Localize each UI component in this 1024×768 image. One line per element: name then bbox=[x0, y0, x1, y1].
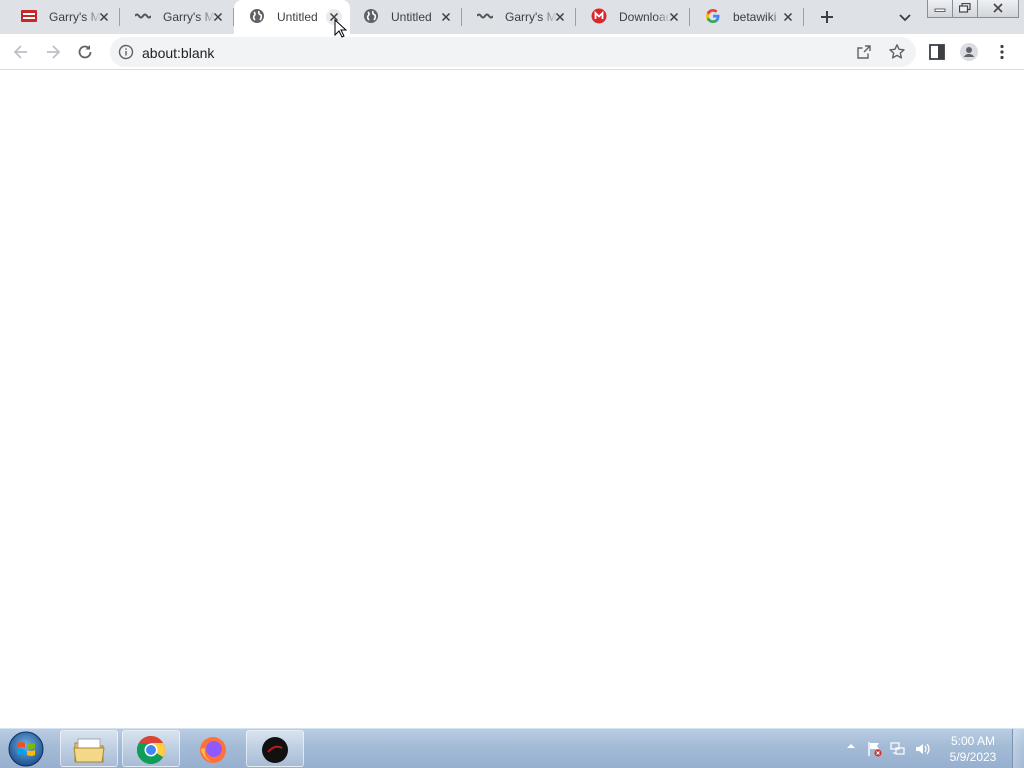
browser-toolbar: about:blank bbox=[0, 34, 1024, 70]
close-tab-icon[interactable] bbox=[96, 9, 112, 25]
tab-title: Garry's Mod bbox=[505, 10, 557, 24]
new-tab-button[interactable] bbox=[816, 6, 838, 28]
mouse-cursor-icon bbox=[334, 19, 348, 38]
side-panel-icon bbox=[929, 44, 945, 60]
show-desktop-button[interactable] bbox=[1012, 729, 1024, 768]
close-tab-icon[interactable] bbox=[438, 9, 454, 25]
tab-untitled-active[interactable]: Untitled bbox=[234, 0, 350, 34]
back-button[interactable] bbox=[9, 40, 33, 64]
close-tab-icon[interactable] bbox=[666, 9, 682, 25]
minimize-button[interactable] bbox=[927, 0, 953, 18]
tab-search-button[interactable] bbox=[895, 7, 915, 27]
info-icon[interactable] bbox=[118, 44, 134, 60]
tab-title: Garry's Mod bbox=[49, 10, 101, 24]
side-panel-button[interactable] bbox=[925, 40, 949, 64]
chrome-icon bbox=[137, 736, 165, 764]
close-tab-icon[interactable] bbox=[552, 9, 568, 25]
restore-icon bbox=[959, 3, 971, 13]
close-window-button[interactable] bbox=[977, 0, 1019, 18]
reload-icon bbox=[78, 45, 92, 59]
close-tab-icon[interactable] bbox=[780, 9, 796, 25]
restore-button[interactable] bbox=[952, 0, 978, 18]
action-center-flag-icon[interactable] bbox=[866, 741, 882, 757]
tab-title: Download bbox=[619, 10, 671, 24]
profile-button[interactable] bbox=[957, 40, 981, 64]
more-vert-icon bbox=[1000, 44, 1004, 60]
menu-button[interactable] bbox=[990, 40, 1014, 64]
arrow-right-icon bbox=[47, 45, 61, 59]
tab-title: betawiki bbox=[733, 10, 777, 24]
firefox-icon bbox=[200, 737, 226, 763]
globe-icon bbox=[364, 9, 378, 23]
windows-start-icon bbox=[8, 731, 44, 767]
tab-strip: Garry's Mod Garry's Mod Untitled Untitle… bbox=[0, 0, 1024, 34]
tab-garrys-mod-1[interactable]: Garry's Mod bbox=[6, 0, 120, 34]
gmod-wave-icon bbox=[135, 13, 151, 19]
page-content bbox=[0, 71, 1024, 728]
clock-date: 5/9/2023 bbox=[949, 750, 997, 764]
close-icon bbox=[993, 3, 1003, 13]
close-tab-icon[interactable] bbox=[210, 9, 226, 25]
clock[interactable]: 5:00 AM 5/9/2023 bbox=[940, 733, 1006, 765]
address-bar[interactable]: about:blank bbox=[110, 37, 916, 67]
taskbar-firefox[interactable] bbox=[184, 730, 242, 767]
gmod-icon bbox=[21, 10, 37, 22]
volume-icon[interactable] bbox=[914, 741, 930, 757]
taskbar-chrome[interactable] bbox=[122, 730, 180, 767]
start-button[interactable] bbox=[6, 730, 46, 768]
network-icon[interactable] bbox=[890, 741, 906, 757]
url-text[interactable]: about:blank bbox=[142, 45, 214, 61]
tab-download[interactable]: Download bbox=[576, 0, 690, 34]
plus-icon bbox=[821, 11, 833, 23]
show-hidden-icons-icon[interactable] bbox=[846, 741, 856, 751]
arrow-left-icon bbox=[13, 45, 27, 59]
tab-separator bbox=[803, 8, 804, 26]
reload-button[interactable] bbox=[73, 40, 97, 64]
tab-untitled[interactable]: Untitled bbox=[348, 0, 462, 34]
mega-icon bbox=[591, 8, 607, 24]
globe-icon bbox=[250, 9, 264, 23]
avatar-icon bbox=[960, 43, 978, 61]
taskbar-dark-app[interactable] bbox=[246, 730, 304, 767]
tab-betawiki[interactable]: betawiki bbox=[690, 0, 804, 34]
minimize-icon bbox=[934, 8, 946, 12]
chevron-down-icon bbox=[899, 14, 911, 22]
taskbar-file-explorer[interactable] bbox=[60, 730, 118, 767]
google-icon bbox=[706, 9, 720, 23]
tab-garrys-mod-2[interactable]: Garry's Mod bbox=[120, 0, 234, 34]
folder-icon bbox=[73, 738, 105, 763]
tab-garrys-mod-3[interactable]: Garry's Mod bbox=[462, 0, 576, 34]
tab-title: Garry's Mod bbox=[163, 10, 215, 24]
forward-button[interactable] bbox=[41, 40, 65, 64]
share-icon[interactable] bbox=[856, 44, 872, 60]
dark-app-icon bbox=[262, 737, 288, 763]
tab-title: Untitled bbox=[391, 10, 432, 24]
bookmark-star-icon[interactable] bbox=[888, 43, 906, 61]
gmod-wave-icon bbox=[477, 13, 493, 19]
clock-time: 5:00 AM bbox=[950, 734, 996, 748]
taskbar: 5:00 AM 5/9/2023 bbox=[0, 728, 1024, 768]
